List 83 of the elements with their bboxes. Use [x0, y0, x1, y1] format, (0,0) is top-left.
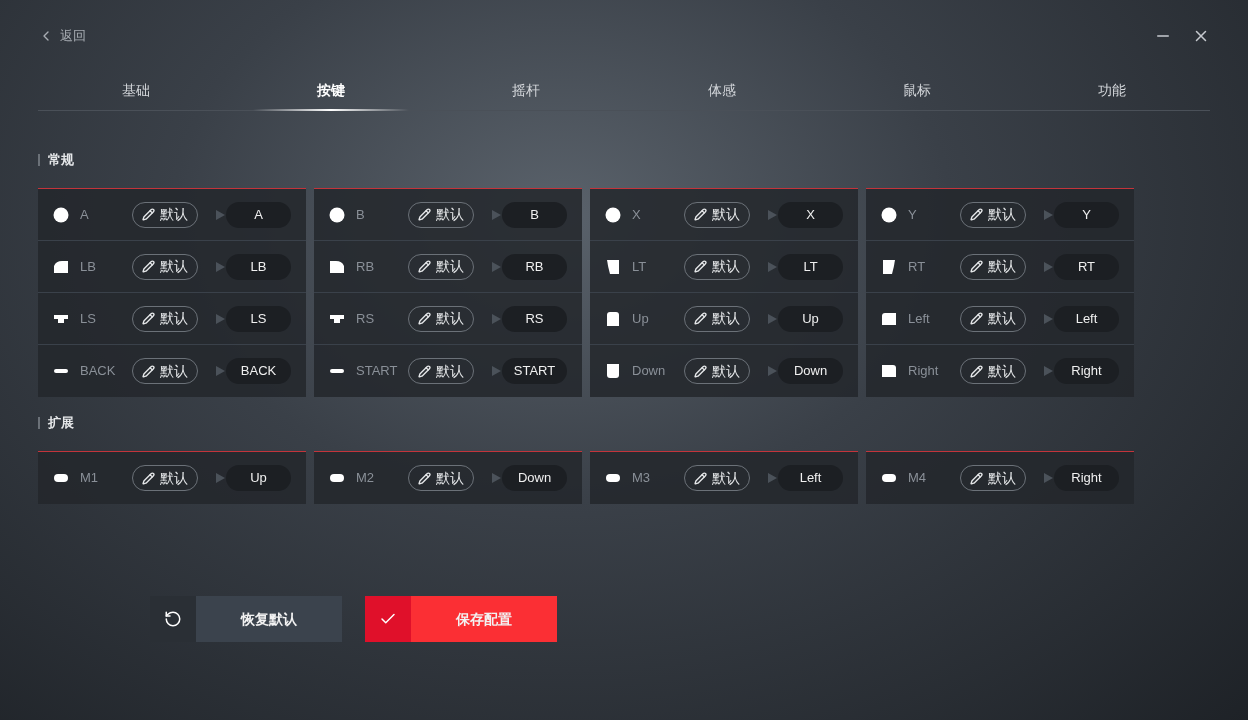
button-shape-icon	[881, 258, 897, 275]
key-label: LB	[80, 257, 97, 276]
pencil-icon	[142, 471, 155, 485]
section-title: 扩展	[48, 414, 74, 433]
button-shape-icon	[881, 206, 897, 223]
mapped-key[interactable]: A	[226, 201, 291, 228]
mapped-key[interactable]: LT	[778, 253, 843, 280]
section-title: 常规	[48, 151, 74, 170]
pencil-icon	[694, 208, 707, 221]
key-label: Up	[632, 309, 650, 328]
key-label: Left	[908, 309, 931, 328]
pencil-icon	[970, 364, 983, 378]
reset-icon	[164, 610, 182, 628]
button-shape-icon	[329, 258, 345, 275]
button-shape-icon	[53, 206, 69, 223]
mapped-key[interactable]: RS	[502, 305, 567, 332]
tab[interactable]: 功能	[1014, 70, 1210, 110]
key-label: X	[632, 205, 642, 224]
key-label: Right	[908, 362, 940, 381]
pencil-icon	[694, 260, 707, 273]
pencil-icon	[970, 312, 983, 325]
mapped-key[interactable]: Up	[778, 305, 843, 332]
pencil-icon	[142, 364, 155, 378]
key-label: RS	[356, 309, 376, 328]
button-shape-icon	[605, 206, 621, 223]
button-shape-icon	[881, 310, 897, 327]
tab[interactable]: 鼠标	[819, 70, 1015, 110]
reset-button[interactable]: 恢复默认	[150, 596, 342, 642]
key-label: M2	[356, 469, 376, 488]
mapped-key[interactable]: LS	[226, 305, 291, 332]
mapped-key[interactable]: Y	[1054, 201, 1119, 228]
button-shape-icon	[329, 206, 345, 223]
mapped-key[interactable]: BACK	[226, 358, 291, 384]
pencil-icon	[142, 208, 155, 221]
pencil-icon	[694, 471, 707, 485]
key-label: RB	[356, 257, 376, 276]
mapped-key[interactable]: RT	[1054, 253, 1119, 280]
mapped-key[interactable]: Right	[1054, 358, 1119, 384]
key-label: LT	[632, 257, 648, 276]
button-shape-icon	[605, 258, 621, 275]
mapped-key[interactable]: B	[502, 201, 567, 228]
pencil-icon	[418, 260, 431, 273]
mapped-key[interactable]: Right	[1054, 465, 1119, 491]
tab[interactable]: 摇杆	[428, 70, 624, 110]
key-label: M4	[908, 469, 928, 488]
key-label: B	[356, 205, 366, 224]
mapped-key[interactable]: Down	[502, 465, 567, 491]
tab[interactable]: 体感	[624, 70, 820, 110]
key-label: RT	[908, 257, 927, 276]
key-label: Y	[908, 205, 918, 224]
mapped-key[interactable]: RB	[502, 253, 567, 280]
mapped-key[interactable]: LB	[226, 253, 291, 280]
mapped-key[interactable]: Down	[778, 358, 843, 384]
pencil-icon	[694, 312, 707, 325]
key-label: M3	[632, 469, 652, 488]
mapped-key[interactable]: X	[778, 201, 843, 228]
button-shape-icon	[605, 363, 621, 379]
button-shape-icon	[881, 363, 897, 379]
mapped-key[interactable]: Up	[226, 465, 291, 491]
mapped-key[interactable]: Left	[778, 465, 843, 491]
key-label: A	[80, 205, 90, 224]
pencil-icon	[418, 312, 431, 325]
pencil-icon	[418, 208, 431, 221]
key-label: BACK	[80, 362, 117, 381]
pencil-icon	[970, 471, 983, 485]
tab[interactable]: 按键	[233, 70, 429, 110]
back-link[interactable]: 返回	[60, 26, 86, 46]
key-label: Down	[632, 362, 667, 381]
button-shape-icon	[53, 258, 69, 275]
key-label: M1	[80, 469, 100, 488]
pencil-icon	[694, 364, 707, 378]
pencil-icon	[142, 260, 155, 273]
tab[interactable]: 基础	[38, 70, 234, 110]
key-label: LS	[80, 309, 97, 328]
mapped-key[interactable]: START	[502, 358, 567, 384]
pencil-icon	[418, 364, 431, 378]
button-shape-icon	[605, 310, 621, 327]
pencil-icon	[970, 208, 983, 221]
pencil-icon	[142, 312, 155, 325]
key-label: START	[356, 362, 396, 381]
pencil-icon	[970, 260, 983, 273]
mapped-key[interactable]: Left	[1054, 305, 1119, 332]
pencil-icon	[418, 471, 431, 485]
